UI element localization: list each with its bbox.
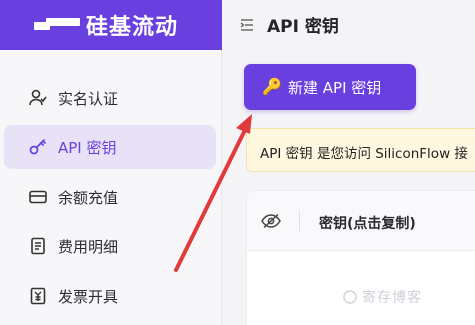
- sidebar: 硅基流动 实名认证 API 密钥 余额充值 费用明细 发票开具: [0, 0, 222, 325]
- invoice-icon: [30, 287, 46, 305]
- menu-collapse-icon[interactable]: [240, 18, 254, 32]
- card-icon: [29, 190, 47, 204]
- create-api-key-button[interactable]: 🔑 新建 API 密钥: [244, 64, 416, 110]
- sidebar-item-invoice[interactable]: 发票开具: [4, 274, 216, 318]
- sidebar-item-label: 余额充值: [58, 189, 119, 207]
- table-header: 密钥(点击复制): [247, 191, 475, 251]
- sidebar-item-label: 发票开具: [58, 288, 119, 306]
- brand-header[interactable]: 硅基流动: [0, 0, 222, 50]
- sidebar-item-label: API 密钥: [58, 139, 117, 157]
- api-keys-table: 密钥(点击复制): [246, 190, 475, 325]
- column-divider: [299, 211, 300, 231]
- watermark-text: 寄存博客: [362, 290, 422, 306]
- siliconflow-logo: [34, 18, 80, 30]
- top-bar: API 密钥: [222, 0, 475, 50]
- sidebar-item-billing-details[interactable]: 费用明细: [4, 224, 216, 268]
- document-icon: [31, 237, 45, 255]
- sidebar-item-balance-recharge[interactable]: 余额充值: [4, 175, 216, 219]
- create-api-key-label: 新建 API 密钥: [288, 79, 382, 97]
- eye-off-icon[interactable]: [261, 213, 281, 229]
- key-icon: [29, 139, 46, 155]
- page-title: API 密钥: [267, 17, 339, 37]
- user-check-icon: [29, 89, 47, 106]
- notice-text: API 密钥 是您访问 SiliconFlow 接: [260, 146, 468, 162]
- key-icon: 🔑: [262, 77, 282, 96]
- brand-name: 硅基流动: [86, 15, 179, 40]
- sidebar-item-label: 费用明细: [58, 238, 119, 256]
- sidebar-item-real-name-auth[interactable]: 实名认证: [4, 76, 216, 120]
- sidebar-item-api-keys[interactable]: API 密钥: [4, 125, 216, 169]
- info-notice: API 密钥 是您访问 SiliconFlow 接: [246, 128, 475, 172]
- column-header-key[interactable]: 密钥(点击复制): [319, 213, 416, 233]
- watermark-icon: [343, 290, 357, 304]
- sidebar-item-label: 实名认证: [58, 90, 119, 108]
